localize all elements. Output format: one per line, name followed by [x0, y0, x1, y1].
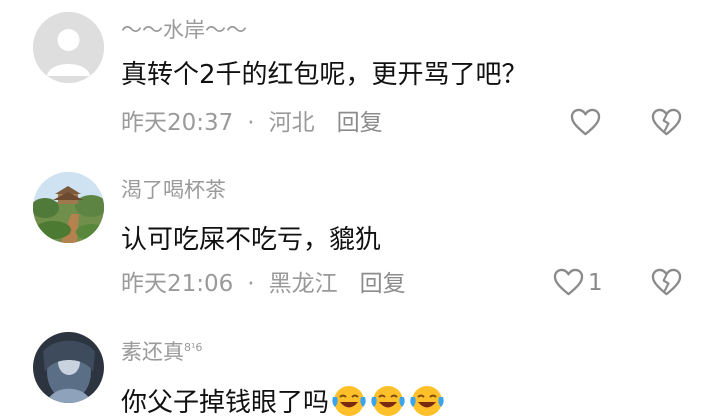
- comment-item: 素还真8¹6 你父子掉钱眼了吗: [0, 320, 720, 416]
- broken-heart-icon: [651, 268, 682, 296]
- broken-heart-icon: [651, 108, 682, 136]
- heart-icon: [570, 108, 601, 136]
- comment-location: 河北: [268, 110, 315, 136]
- default-avatar-icon: [33, 12, 104, 83]
- reply-button[interactable]: 回复: [360, 271, 406, 297]
- comment-text: 认可吃屎不吃亏，貔犰: [121, 225, 382, 255]
- comment-item: ～～水岸～～ 真转个2千的红包呢，更开骂了吧？ 昨天20:37 · 河北 回复: [0, 0, 720, 160]
- comment-item: 渴了喝杯茶 认可吃屎不吃亏，貔犰 昨天21:06 · 黑龙江 回复 1: [0, 160, 720, 320]
- scenery-avatar-image: [33, 172, 104, 243]
- like-button[interactable]: [570, 108, 605, 137]
- dislike-button[interactable]: [651, 268, 682, 297]
- comment-text-body: 你父子掉钱眼了吗: [121, 388, 330, 418]
- avatar[interactable]: [33, 12, 104, 83]
- comment-time: 昨天21:06: [121, 271, 234, 297]
- separator: ·: [247, 271, 255, 297]
- dislike-button[interactable]: [651, 108, 682, 137]
- user-level-badge: 8¹6: [184, 341, 203, 354]
- comment-location: 黑龙江: [268, 271, 338, 297]
- character-avatar-image: [33, 332, 104, 403]
- avatar[interactable]: [33, 332, 104, 403]
- username[interactable]: ～～水岸～～: [121, 20, 247, 41]
- username-text: 素还真: [121, 340, 184, 364]
- separator: ·: [247, 110, 255, 136]
- comment-meta: 昨天21:06 · 黑龙江 回复: [121, 273, 406, 296]
- like-count: 1: [588, 269, 603, 296]
- heart-icon: [553, 268, 584, 296]
- comment-meta: 昨天20:37 · 河北 回复: [121, 112, 383, 135]
- username[interactable]: 素还真8¹6: [121, 342, 202, 363]
- comment-text: 真转个2千的红包呢，更开骂了吧？: [121, 60, 528, 90]
- reply-button[interactable]: 回复: [337, 110, 383, 136]
- comment-time: 昨天20:37: [121, 110, 234, 136]
- username[interactable]: 渴了喝杯茶: [121, 180, 226, 201]
- avatar[interactable]: [33, 172, 104, 243]
- like-button[interactable]: 1: [553, 268, 603, 297]
